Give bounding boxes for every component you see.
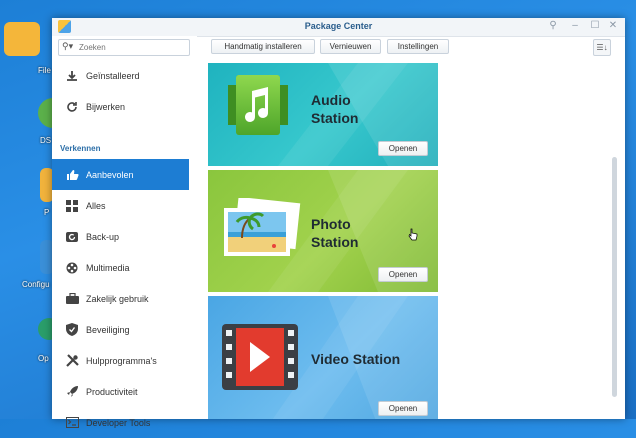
desktop-icon-label: File [38, 66, 51, 75]
minimize-button[interactable]: – [569, 20, 581, 31]
manual-install-button[interactable]: Handmatig installeren [211, 39, 315, 54]
title-bar[interactable]: Package Center ⚲ – ☐ ✕ [52, 18, 625, 37]
desktop-icon-label: Op [38, 354, 49, 363]
desktop-icon-label: Configu [22, 280, 50, 289]
sidebar-item-label: Productiviteit [86, 386, 138, 397]
package-name: Video Station [311, 350, 400, 368]
window-title: Package Center [304, 21, 373, 31]
sidebar-item-label: Aanbevolen [86, 169, 134, 180]
package-name-line1: Audio [311, 92, 351, 108]
sidebar-item-installed[interactable]: Geïnstalleerd [52, 60, 189, 91]
desktop-icon-help[interactable]: Op [0, 318, 60, 363]
package-name-line2: Station [311, 234, 359, 250]
maximize-button[interactable]: ☐ [589, 20, 601, 31]
music-note-icon [226, 73, 290, 137]
desktop-icon-dsm[interactable]: DS [0, 98, 68, 145]
package-card-audio-station[interactable]: Audio Station Openen [208, 63, 438, 166]
mouse-cursor-icon [408, 228, 418, 246]
folder-icon [4, 22, 40, 56]
sidebar-item-label: Zakelijk gebruik [86, 293, 149, 304]
sidebar-item-label: Bijwerken [86, 101, 126, 112]
sidebar-item-label: Beveiliging [86, 324, 130, 335]
shield-icon [64, 322, 80, 338]
open-button[interactable]: Openen [378, 141, 428, 156]
play-icon [222, 324, 298, 390]
refresh-icon [64, 99, 80, 115]
close-button[interactable]: ✕ [607, 20, 619, 31]
desktop-icon-label: DS [40, 136, 52, 145]
sidebar-item-productivity[interactable]: Productiviteit [52, 376, 189, 407]
terminal-icon [64, 415, 80, 431]
sidebar-item-label: Developer Tools [86, 417, 151, 428]
sidebar-item-label: Geïnstalleerd [86, 70, 140, 81]
search-input[interactable] [79, 41, 179, 53]
photo-icon [222, 196, 302, 260]
backup-icon [64, 229, 80, 245]
sidebar-item-backup[interactable]: Back-up [52, 221, 189, 252]
sidebar: ⚲▾ Geïnstalleerd Bijwerken Verkennen Aan… [52, 36, 197, 428]
sidebar-item-label: Hulpprogramma's [86, 355, 157, 366]
open-button[interactable]: Openen [378, 267, 428, 282]
open-button[interactable]: Openen [378, 401, 428, 416]
package-name-line2: Station [311, 110, 359, 126]
briefcase-icon [64, 291, 80, 307]
desktop-icon-control-panel[interactable]: Configu [0, 240, 54, 289]
package-name-line1: Photo [311, 216, 351, 232]
sidebar-item-update[interactable]: Bijwerken [52, 91, 189, 122]
package-name: Audio Station [311, 91, 358, 127]
pin-icon[interactable]: ⚲ [547, 20, 559, 31]
sidebar-item-security[interactable]: Beveiliging [52, 314, 189, 345]
sidebar-item-label: Multimedia [86, 262, 130, 273]
sort-icon[interactable]: ☰↓ [593, 39, 611, 56]
scrollbar[interactable] [612, 157, 617, 397]
settings-button[interactable]: Instellingen [387, 39, 449, 54]
sidebar-item-all[interactable]: Alles [52, 190, 189, 221]
search-box: ⚲▾ [58, 39, 190, 56]
sidebar-section-explore: Verkennen [60, 144, 101, 153]
refresh-button[interactable]: Vernieuwen [320, 39, 381, 54]
grid-icon [64, 198, 80, 214]
rocket-icon [64, 384, 80, 400]
package-card-photo-station[interactable]: Photo Station Openen [208, 170, 438, 292]
package-center-window: Package Center ⚲ – ☐ ✕ ⚲▾ Geïnstalleerd … [52, 18, 625, 428]
desktop-icon-label: P [44, 208, 50, 217]
package-name: Photo Station [311, 215, 358, 251]
sidebar-item-multimedia[interactable]: Multimedia [52, 252, 189, 283]
package-card-video-station[interactable]: Video Station Openen [208, 296, 438, 419]
film-reel-icon [64, 260, 80, 276]
sidebar-item-developer-tools[interactable]: Developer Tools [52, 407, 189, 438]
toolbar: Handmatig installeren Vernieuwen Instell… [197, 36, 625, 58]
tools-icon [64, 353, 80, 369]
sidebar-item-utilities[interactable]: Hulpprogramma's [52, 345, 189, 376]
desktop-icon-package[interactable]: P [0, 168, 54, 217]
package-name-line1: Video Station [311, 351, 401, 367]
sidebar-item-business[interactable]: Zakelijk gebruik [52, 283, 189, 314]
sidebar-item-recommended[interactable]: Aanbevolen [52, 159, 189, 190]
package-list: Audio Station Openen Photo Station Opene… [197, 58, 625, 419]
thumbs-up-icon [64, 167, 80, 183]
sidebar-item-label: Back-up [86, 231, 120, 242]
search-icon[interactable]: ⚲▾ [62, 41, 73, 52]
download-icon [64, 68, 80, 84]
desktop-icon-file-station[interactable]: File [0, 22, 54, 75]
sidebar-item-label: Alles [86, 200, 106, 211]
